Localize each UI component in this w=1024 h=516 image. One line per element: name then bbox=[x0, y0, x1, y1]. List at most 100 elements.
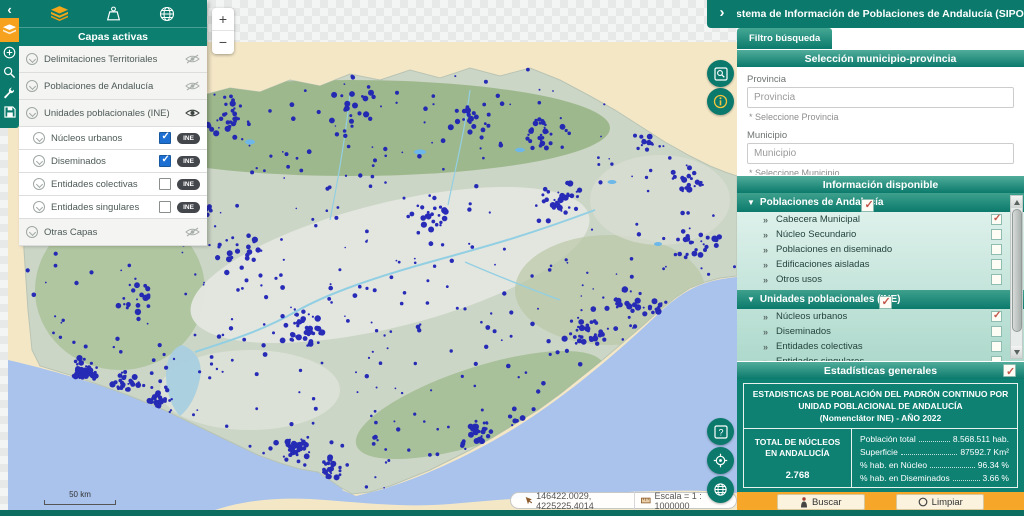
svg-text:?: ? bbox=[718, 427, 723, 437]
item-checkbox[interactable] bbox=[991, 259, 1002, 270]
tab-filtro-busqueda[interactable]: Filtro búsqueda bbox=[737, 28, 832, 49]
layer-nucleos-urbanos[interactable]: Núcleos urbanos INE bbox=[19, 127, 207, 150]
stat-row-superficie: Superficie 87592.7 Km² bbox=[860, 447, 1009, 457]
collapse-circle-icon[interactable] bbox=[26, 80, 38, 92]
measure-icon[interactable] bbox=[105, 6, 122, 22]
layer-diseminados[interactable]: Diseminados INE bbox=[19, 150, 207, 173]
add-tool-button[interactable] bbox=[0, 42, 19, 62]
geolocate-button[interactable] bbox=[707, 447, 734, 474]
scrollbar[interactable] bbox=[1010, 195, 1023, 359]
info-group-poblaciones[interactable]: ▼ Poblaciones de Andalucía bbox=[737, 193, 1024, 212]
layer-checkbox[interactable] bbox=[159, 178, 171, 190]
section-header-seleccion: Selección municipio-provincia bbox=[737, 49, 1024, 67]
municipio-input[interactable] bbox=[747, 143, 1014, 164]
search-tool-button[interactable] bbox=[0, 62, 19, 82]
stats-panel: ESTADISTICAS DE POBLACIÓN DEL PADRÓN CON… bbox=[737, 379, 1024, 492]
group-checkbox[interactable] bbox=[861, 199, 874, 212]
tools-button[interactable] bbox=[0, 82, 19, 102]
collapse-circle-icon[interactable] bbox=[33, 155, 45, 167]
item-checkbox[interactable] bbox=[991, 244, 1002, 255]
collapse-circle-icon[interactable] bbox=[26, 107, 38, 119]
globe-button[interactable] bbox=[707, 476, 734, 503]
save-tool-button[interactable] bbox=[0, 102, 19, 122]
info-button[interactable] bbox=[707, 88, 734, 115]
layers-tool-button[interactable] bbox=[0, 18, 19, 42]
layer-group-poblaciones[interactable]: Poblaciones de Andalucía bbox=[19, 73, 207, 100]
item-checkbox[interactable] bbox=[991, 311, 1002, 322]
section-header-informacion: Información disponible bbox=[737, 175, 1024, 193]
eye-slash-icon[interactable] bbox=[184, 54, 200, 64]
status-pill: 146422.0029, 4225225.4014 Escala = 1 : 1… bbox=[510, 492, 737, 509]
help-button[interactable]: ? bbox=[707, 418, 734, 445]
info-group-unidades-ine[interactable]: ▼ Unidades poblacionales (INE) bbox=[737, 290, 1024, 309]
item-checkbox[interactable] bbox=[991, 326, 1002, 337]
collapse-circle-icon[interactable] bbox=[33, 132, 45, 144]
collapse-circle-icon[interactable] bbox=[26, 53, 38, 65]
item-checkbox[interactable] bbox=[991, 229, 1002, 240]
scalebar-line bbox=[44, 500, 116, 505]
stat-row-hab-diseminados: % hab. en Diseminados 3.66 % bbox=[860, 473, 1009, 483]
layers-panel-header bbox=[19, 0, 207, 27]
layer-group-delimitaciones[interactable]: Delimitaciones Territoriales bbox=[19, 46, 207, 73]
collapse-left-panel-button[interactable]: ‹ bbox=[0, 0, 19, 18]
buscar-button[interactable]: Buscar bbox=[777, 494, 865, 510]
collapse-right-panel-button[interactable]: › bbox=[707, 0, 737, 28]
item-checkbox[interactable] bbox=[991, 274, 1002, 285]
stats-title: ESTADISTICAS DE POBLACIÓN DEL PADRÓN CON… bbox=[744, 384, 1017, 429]
frame-search-button[interactable] bbox=[707, 60, 734, 87]
stats-values-cell: Población total 8.568.511 hab. Superfici… bbox=[852, 429, 1017, 487]
zoom-in-button[interactable]: + bbox=[212, 8, 234, 31]
save-icon bbox=[4, 106, 16, 118]
info-item-otros-usos[interactable]: » Otros usos bbox=[737, 272, 1024, 287]
collapse-circle-icon[interactable] bbox=[26, 226, 38, 238]
total-value: 2.768 bbox=[786, 470, 810, 481]
stats-checkbox[interactable] bbox=[1003, 364, 1016, 377]
stat-row-hab-nucleo: % hab. en Núcleo 96.34 % bbox=[860, 460, 1009, 470]
layers-panel: Capas activas Delimitaciones Territorial… bbox=[19, 0, 207, 244]
info-item-cabecera-municipal[interactable]: » Cabecera Municipal bbox=[737, 212, 1024, 227]
eye-slash-icon[interactable] bbox=[184, 81, 200, 91]
info-item-diseminados[interactable]: » Diseminados bbox=[737, 324, 1024, 339]
item-checkbox[interactable] bbox=[991, 214, 1002, 225]
provincia-input[interactable] bbox=[747, 87, 1014, 108]
help-icon: ? bbox=[714, 425, 728, 439]
scalebar: 50 km bbox=[44, 490, 116, 505]
layer-entidades-singulares[interactable]: Entidades singulares INE bbox=[19, 196, 207, 219]
layer-group-otras-capas[interactable]: Otras Capas bbox=[19, 219, 207, 246]
globe-icon[interactable] bbox=[159, 6, 175, 22]
cursor-icon bbox=[525, 496, 532, 506]
left-toolbar: ‹ bbox=[0, 0, 19, 128]
scroll-up-button[interactable] bbox=[1011, 196, 1022, 208]
layer-group-unidades-ine[interactable]: Unidades poblacionales (INE) bbox=[19, 100, 207, 127]
sipob-panel: › Sistema de Información de Poblaciones … bbox=[737, 0, 1024, 510]
item-checkbox[interactable] bbox=[991, 341, 1002, 352]
layer-checkbox[interactable] bbox=[159, 132, 171, 144]
info-item-edificaciones-aisladas[interactable]: » Edificaciones aisladas bbox=[737, 257, 1024, 272]
ine-badge: INE bbox=[177, 202, 200, 213]
eye-slash-icon[interactable] bbox=[184, 227, 200, 237]
layers-icon[interactable] bbox=[51, 6, 68, 21]
collapse-circle-icon[interactable] bbox=[33, 178, 45, 190]
action-footer: Buscar Limpiar bbox=[737, 492, 1024, 512]
collapse-circle-icon[interactable] bbox=[33, 201, 45, 213]
zoom-out-button[interactable]: − bbox=[212, 31, 234, 54]
scroll-down-button[interactable] bbox=[1011, 346, 1022, 358]
limpiar-button[interactable]: Limpiar bbox=[896, 494, 984, 510]
info-item-nucleo-secundario[interactable]: » Núcleo Secundario bbox=[737, 227, 1024, 242]
scrollbar-thumb[interactable] bbox=[1012, 209, 1022, 332]
app-title: Sistema de Información de Poblaciones de… bbox=[726, 8, 1024, 20]
layer-checkbox[interactable] bbox=[159, 201, 171, 213]
info-item-poblaciones-diseminado[interactable]: » Poblaciones en diseminado bbox=[737, 242, 1024, 257]
info-item-entidades-colectivas[interactable]: » Entidades colectivas bbox=[737, 339, 1024, 354]
triangle-down-icon: ▼ bbox=[747, 295, 755, 304]
info-item-entidades-singulares[interactable]: » Entidades singulares bbox=[737, 354, 1024, 361]
info-item-nucleos-urbanos[interactable]: » Núcleos urbanos bbox=[737, 309, 1024, 324]
layer-entidades-colectivas[interactable]: Entidades colectivas INE bbox=[19, 173, 207, 196]
section-header-estadisticas: Estadísticas generales bbox=[737, 361, 1024, 379]
layer-checkbox[interactable] bbox=[159, 155, 171, 167]
group-checkbox[interactable] bbox=[879, 296, 892, 309]
sipob-app: + − 50 km 146422.0029, 4225225.4014 Esca… bbox=[0, 0, 1024, 516]
stats-total-cell: TOTAL DE NÚCLEOS EN ANDALUCÍA 2.768 bbox=[744, 429, 852, 487]
triangle-down-icon: ▼ bbox=[747, 198, 755, 207]
eye-icon[interactable] bbox=[184, 108, 200, 118]
